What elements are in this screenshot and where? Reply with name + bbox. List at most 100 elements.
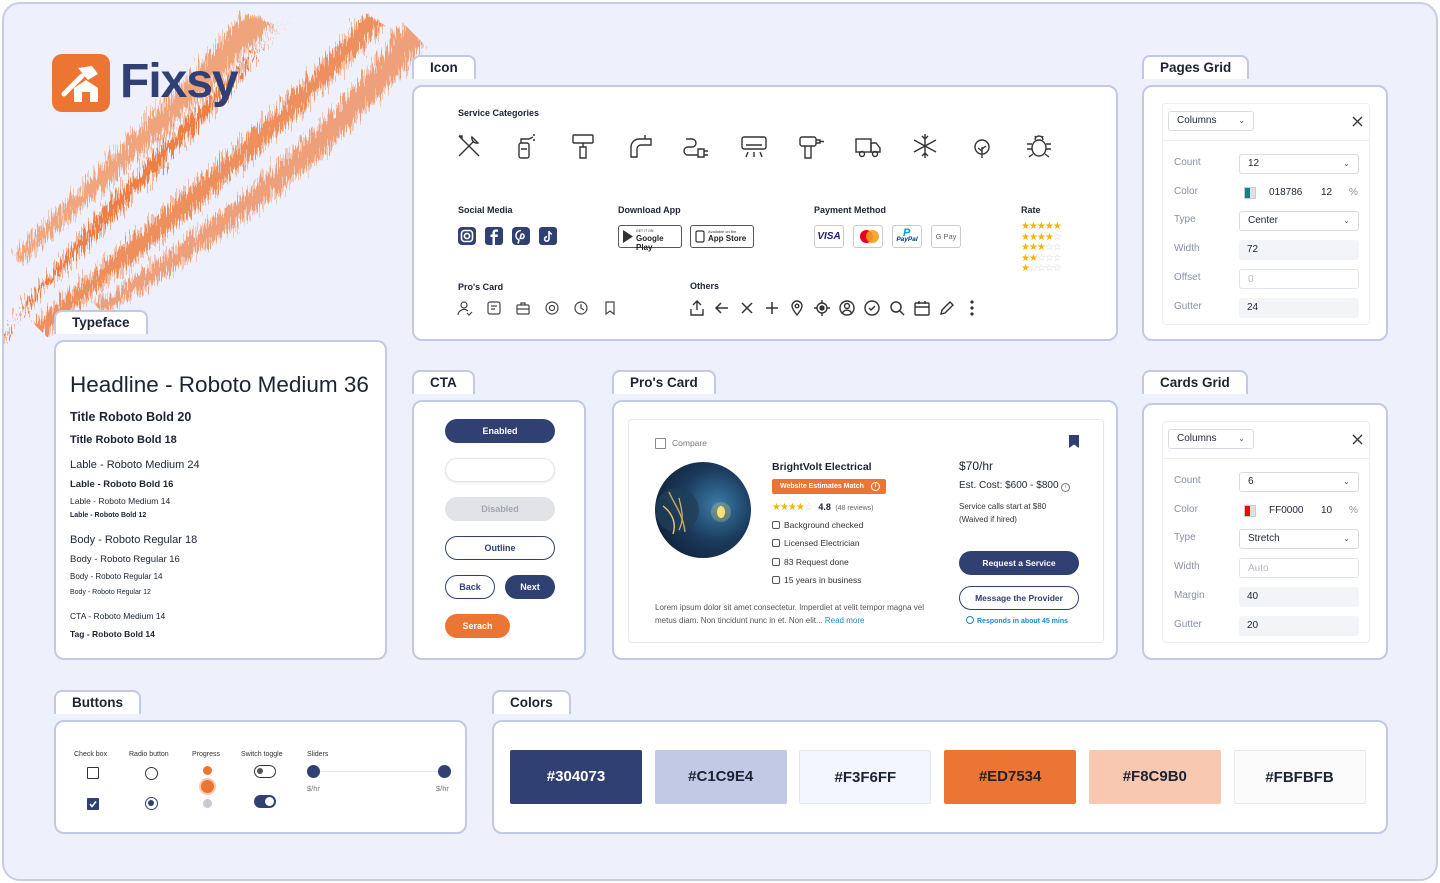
- google-play-small: GET IT ON: [636, 229, 654, 233]
- typeface-panel: Headline - Roboto Medium 36 Title Roboto…: [54, 340, 387, 660]
- grid-label-offset: Offset: [1174, 271, 1201, 283]
- plug-icon: [682, 131, 712, 161]
- radio-label: Radio button: [129, 751, 169, 758]
- check-circle-icon[interactable]: [863, 299, 881, 317]
- tools-icon: [454, 131, 484, 161]
- pages-grid-columns-dropdown[interactable]: Columns ⌄: [1168, 111, 1254, 131]
- tiktok-icon[interactable]: [539, 227, 557, 245]
- typeface-label24: Lable - Roboto Medium 24: [70, 459, 200, 471]
- typeface-body18: Body - Roboto Regular 18: [70, 534, 198, 546]
- tag-colors: Colors: [492, 690, 571, 714]
- close-icon[interactable]: [1352, 116, 1363, 127]
- tag-icon: Icon: [412, 55, 476, 79]
- compare-checkbox[interactable]: [655, 438, 666, 449]
- briefcase-icon: [772, 557, 780, 566]
- grid-input-type[interactable]: Center ⌄: [1239, 211, 1359, 232]
- search-icon[interactable]: [888, 299, 906, 317]
- location-pin-icon[interactable]: [788, 299, 806, 317]
- color-swatch[interactable]: [1244, 186, 1256, 199]
- disabled-button: Disabled: [445, 497, 555, 521]
- clock-icon: [573, 300, 589, 316]
- plus-icon[interactable]: [763, 299, 781, 317]
- cards-grid-columns-dropdown[interactable]: Columns ⌄: [1168, 429, 1254, 449]
- progress-label: Progress: [192, 751, 221, 758]
- calendar-icon[interactable]: [913, 299, 931, 317]
- radio-unselected[interactable]: [145, 767, 158, 780]
- grid-input-color[interactable]: 018786 12%: [1239, 182, 1359, 203]
- pinterest-icon[interactable]: [512, 227, 530, 245]
- pro-card[interactable]: Compare BrightVolt Electrical Website Es…: [628, 419, 1104, 643]
- color-opacity-value[interactable]: 10: [1321, 501, 1332, 521]
- badge-icon: [544, 300, 560, 316]
- facebook-icon[interactable]: [485, 227, 503, 245]
- pencil-icon[interactable]: [938, 299, 956, 317]
- slider-track[interactable]: [314, 771, 444, 772]
- request-service-button[interactable]: Request a Service: [959, 551, 1079, 575]
- color-hex-value[interactable]: FF0000: [1269, 501, 1303, 521]
- radio-selected[interactable]: [145, 797, 158, 810]
- grid-input-type[interactable]: Stretch ⌄: [1239, 529, 1359, 550]
- grid-input-width[interactable]: Auto: [1239, 558, 1359, 579]
- grid-label-count: Count: [1174, 157, 1201, 168]
- tag-cards-grid: Cards Grid: [1142, 370, 1248, 394]
- grid-input-gutter[interactable]: 20: [1239, 615, 1359, 636]
- checkbox-unchecked[interactable]: [87, 767, 99, 779]
- service-calls-text: Service calls start at $80: [959, 502, 1047, 511]
- outline-button[interactable]: Outline: [445, 536, 555, 560]
- typeface-label12: Lable - Roboto Bold 12: [70, 512, 147, 519]
- google-play-button[interactable]: GET IT ON Google Play: [618, 225, 682, 252]
- bookmark-icon[interactable]: [1069, 435, 1079, 448]
- color-swatch[interactable]: [1244, 504, 1256, 517]
- grid-input-offset[interactable]: 0: [1239, 268, 1359, 289]
- grid-label-margin: Margin: [1174, 589, 1205, 601]
- crosshair-icon[interactable]: [813, 299, 831, 317]
- enabled-button[interactable]: Enabled: [445, 419, 555, 443]
- payment-icons: VISA P PayPal G Pay: [814, 225, 961, 248]
- switch-on[interactable]: [254, 795, 276, 808]
- hover-button[interactable]: [445, 458, 555, 482]
- grid-input-count[interactable]: 12 ⌄: [1239, 154, 1359, 174]
- instagram-icon[interactable]: [458, 227, 476, 245]
- slider-handle-max[interactable]: [438, 765, 451, 778]
- grid-input-width[interactable]: 72: [1239, 240, 1359, 261]
- message-provider-button[interactable]: Message the Provider: [959, 586, 1079, 610]
- back-button[interactable]: Back: [445, 575, 495, 599]
- faucet-icon: [625, 131, 655, 161]
- share-icon[interactable]: [688, 299, 706, 317]
- chevron-down-icon: ⌄: [1343, 477, 1350, 486]
- rating-stars-scale: ★★★★★ ★★★★☆ ★★★☆☆ ★★☆☆☆ ★☆☆☆☆: [1021, 221, 1062, 275]
- close-icon[interactable]: [738, 299, 756, 317]
- sliders-label: Sliders: [307, 751, 329, 758]
- search-button[interactable]: Serach: [445, 614, 510, 638]
- color-swatch-f8c9b0: #F8C9B0: [1088, 750, 1221, 804]
- slider-handle-min[interactable]: [307, 765, 320, 778]
- switch-off[interactable]: [254, 765, 276, 778]
- typeface-body14: Body - Roboto Regular 14: [70, 572, 163, 581]
- download-app-label: Download App: [618, 205, 681, 215]
- others-label: Others: [690, 281, 720, 291]
- next-button[interactable]: Next: [505, 575, 555, 599]
- color-opacity-value[interactable]: 12: [1321, 183, 1332, 203]
- grid-input-gutter[interactable]: 24: [1239, 297, 1359, 318]
- chevron-down-icon: ⌄: [1343, 534, 1350, 544]
- service-categories-label: Service Categories: [458, 108, 540, 118]
- read-more-link[interactable]: Read more: [825, 616, 865, 625]
- checkbox-checked[interactable]: [87, 798, 99, 810]
- grid-label-color: Color: [1174, 185, 1198, 197]
- pro-feature-item: 83 Request done: [772, 557, 849, 567]
- service-icons-row: [454, 131, 1094, 167]
- progress-dot-1: [203, 766, 212, 775]
- grid-input-color[interactable]: FF0000 10%: [1239, 500, 1359, 521]
- color-hex-value[interactable]: 018786: [1269, 183, 1302, 203]
- close-icon[interactable]: [1352, 434, 1363, 445]
- app-store-button[interactable]: Available on the App Store: [690, 225, 754, 248]
- arrow-left-icon[interactable]: [713, 299, 731, 317]
- more-vertical-icon[interactable]: [963, 299, 981, 317]
- compare-label: Compare: [672, 438, 707, 448]
- grid-input-count[interactable]: 6 ⌄: [1239, 472, 1359, 492]
- responds-time: Responds in about 45 mins: [966, 616, 1068, 625]
- grid-input-margin[interactable]: 40: [1239, 586, 1359, 607]
- user-circle-icon[interactable]: [838, 299, 856, 317]
- google-play-text: Google Play: [636, 234, 664, 252]
- gpay-icon: G Pay: [931, 225, 961, 248]
